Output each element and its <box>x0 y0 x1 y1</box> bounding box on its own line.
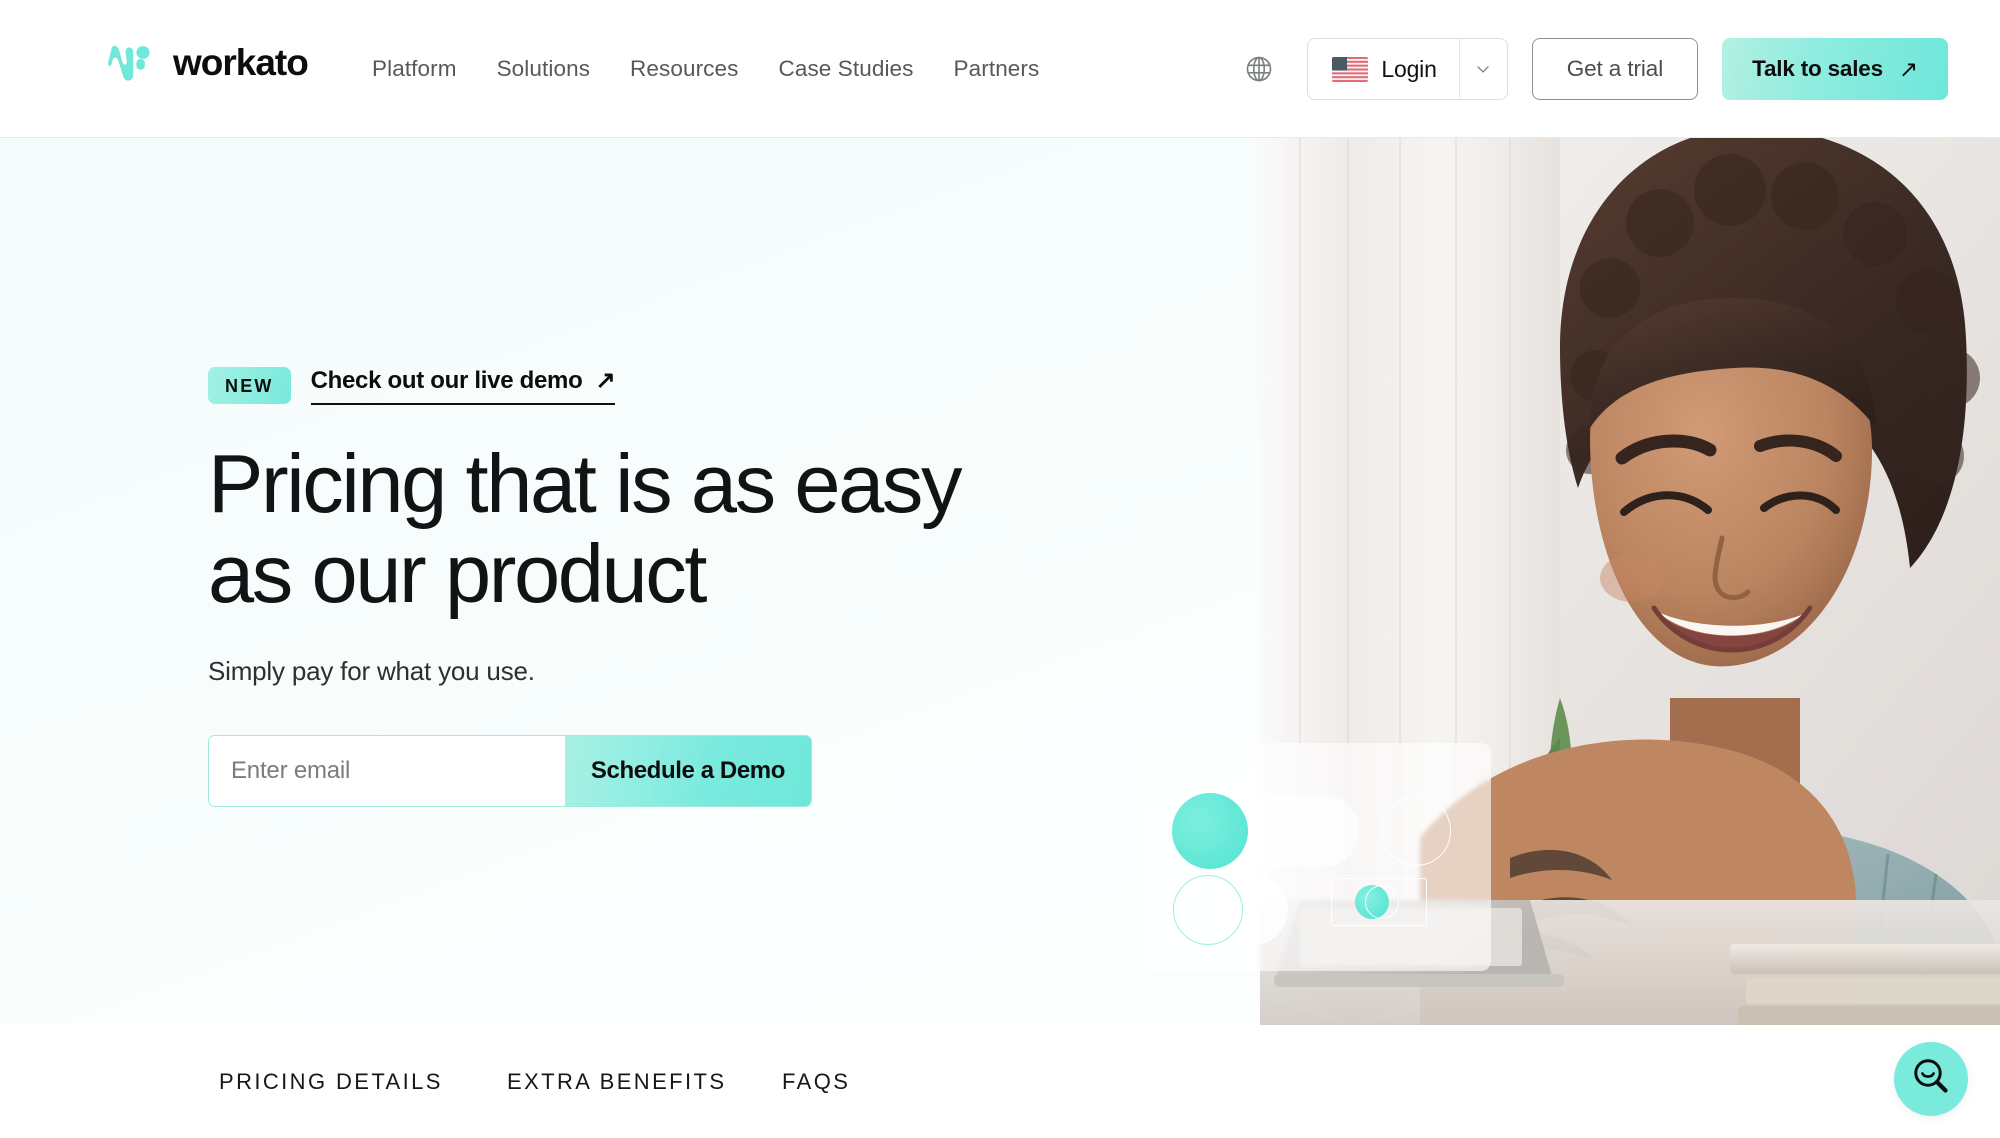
search-fab-button[interactable] <box>1894 1042 1968 1116</box>
nav-item-solutions[interactable]: Solutions <box>477 56 610 82</box>
hero-title-line-2: as our product <box>208 526 707 620</box>
section-anchor-nav: PRICING DETAILS EXTRA BENEFITS FAQS <box>0 1025 2000 1138</box>
get-a-trial-button[interactable]: Get a trial <box>1531 38 1699 100</box>
arrow-up-right-icon: ↗ <box>1898 55 1918 82</box>
talk-to-sales-label: Talk to sales <box>1752 56 1883 81</box>
globe-icon[interactable] <box>1237 47 1281 91</box>
section-link-extra-benefits[interactable]: EXTRA BENEFITS <box>507 1069 726 1095</box>
hero-section: NEW Check out our live demo ↗ Pricing th… <box>0 138 2000 1025</box>
hero-eyebrow: NEW Check out our live demo ↗ <box>208 366 1168 405</box>
nav-item-case-studies[interactable]: Case Studies <box>759 56 934 82</box>
hero-subtitle: Simply pay for what you use. <box>208 656 535 687</box>
section-link-faqs[interactable]: FAQS <box>782 1069 850 1095</box>
us-flag-icon <box>1332 56 1369 82</box>
toggle-ring-bottom-left <box>1173 875 1243 945</box>
live-demo-link[interactable]: Check out our live demo ↗ <box>310 366 616 405</box>
demo-signup-form: Schedule a Demo <box>208 735 812 808</box>
toggle-ring-top-right <box>1381 796 1451 866</box>
toggle-ring-small <box>1365 885 1399 919</box>
nav-item-platform[interactable]: Platform <box>372 56 477 82</box>
new-badge: NEW <box>208 367 291 404</box>
site-header: workato Platform Solutions Resources Cas… <box>0 0 2000 138</box>
email-input[interactable] <box>209 736 565 807</box>
search-smile-icon <box>1910 1056 1952 1103</box>
pricing-page: workato Platform Solutions Resources Cas… <box>0 0 2000 1138</box>
toggle-knob-on <box>1172 793 1248 869</box>
main-nav: Platform Solutions Resources Case Studie… <box>372 0 1059 138</box>
login-label: Login <box>1381 55 1437 82</box>
workato-logo[interactable]: workato <box>108 42 309 83</box>
arrow-up-right-icon: ↗ <box>595 367 616 394</box>
schedule-demo-button[interactable]: Schedule a Demo <box>564 736 811 807</box>
page-title: Pricing that is as easy as our product <box>208 439 1028 618</box>
login-group: Login <box>1307 38 1508 100</box>
toggle-switches-illustration <box>1143 743 1491 971</box>
chevron-down-icon[interactable] <box>1458 39 1507 99</box>
live-demo-label: Check out our live demo <box>310 366 583 394</box>
nav-item-resources[interactable]: Resources <box>610 56 758 82</box>
talk-to-sales-button[interactable]: Talk to sales ↗ <box>1722 38 1948 100</box>
nav-item-partners[interactable]: Partners <box>934 56 1060 82</box>
hero-copy: NEW Check out our live demo ↗ Pricing th… <box>208 366 1168 808</box>
workato-logo-icon <box>108 45 160 81</box>
logo-wordmark: workato <box>173 42 309 83</box>
section-link-pricing-details[interactable]: PRICING DETAILS <box>219 1069 443 1095</box>
login-button[interactable]: Login <box>1308 39 1458 99</box>
header-actions: Login Get a trial Talk to sales ↗ <box>1237 0 2000 138</box>
hero-title-line-1: Pricing that is as easy <box>208 437 963 530</box>
